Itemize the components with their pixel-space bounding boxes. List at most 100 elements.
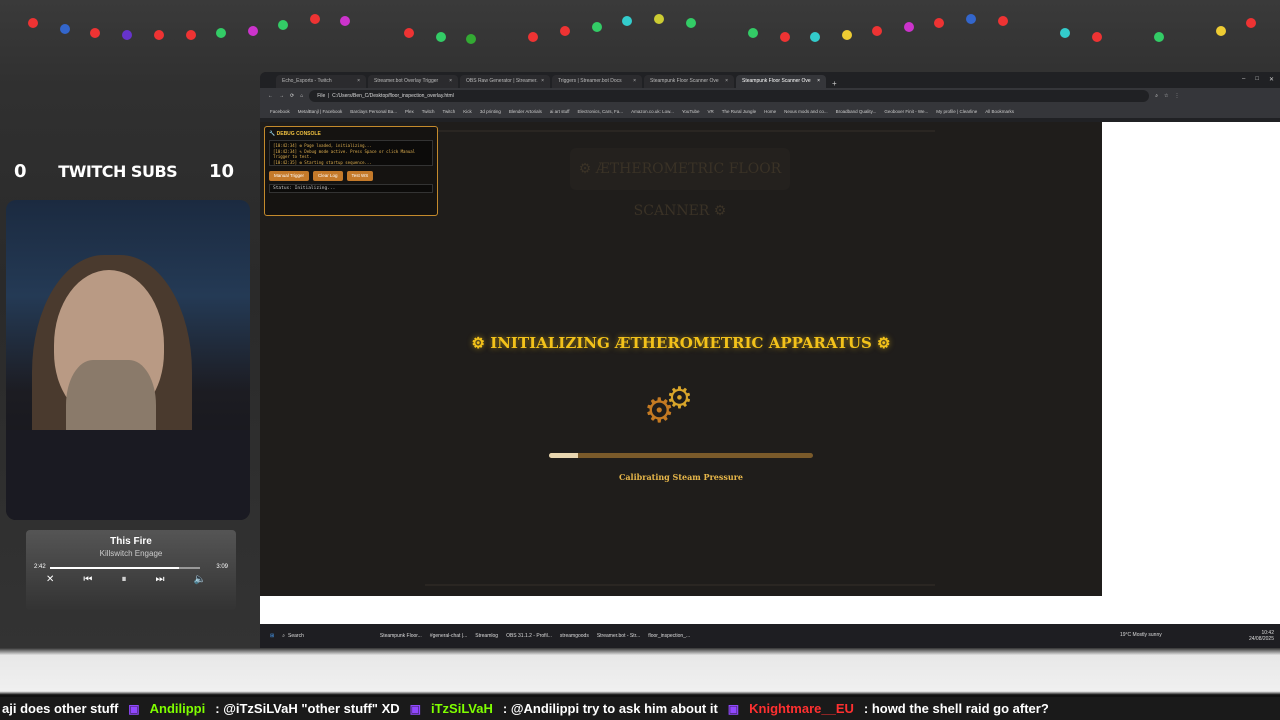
search-icon: ⌕ bbox=[282, 633, 286, 639]
bookmark-item[interactable]: Electronics, Cars, Fa... bbox=[578, 109, 624, 114]
close-tab-icon[interactable]: × bbox=[725, 78, 728, 85]
clear-log-button[interactable]: Clear Log bbox=[313, 171, 343, 181]
music-controls: ✕ ⏮ ⏸ ⏭ 🔈 bbox=[46, 574, 206, 585]
close-window-button[interactable]: ✕ bbox=[1269, 76, 1274, 83]
bookmark-item[interactable]: The Rural Jungle bbox=[722, 109, 756, 114]
light-bulb bbox=[622, 16, 632, 26]
tab-label: Steampunk Floor Scanner Ove bbox=[742, 78, 811, 84]
streamer-shirt bbox=[6, 430, 250, 520]
light-bulb bbox=[842, 30, 852, 40]
browser-tab[interactable]: Triggers | Streamer.bot Docs × bbox=[552, 75, 642, 88]
light-bulb bbox=[154, 30, 164, 40]
test-ws-button[interactable]: Test WS bbox=[346, 171, 374, 181]
pause-icon: ⏸ bbox=[121, 574, 127, 585]
light-bulb bbox=[216, 28, 226, 38]
taskbar-app[interactable]: Streamer.bot - Str... bbox=[597, 633, 640, 639]
bookmarks-bar: Facebook MetalBanjl | Facebook Barclays Pe… bbox=[260, 104, 1280, 118]
bookmark-item[interactable]: YouTube bbox=[682, 109, 700, 114]
gears-icon: ⚙ ⚙ bbox=[644, 382, 704, 429]
page-blank-right bbox=[1102, 122, 1280, 596]
debug-console: 🔧 DEBUG CONSOLE [10:42:34] ⚙ Page loaded… bbox=[264, 126, 438, 216]
light-bulb bbox=[186, 30, 196, 40]
light-bulb bbox=[248, 26, 258, 36]
close-tab-icon[interactable]: × bbox=[633, 78, 636, 85]
close-tab-icon[interactable]: × bbox=[817, 78, 820, 85]
taskbar-app[interactable]: #general-chat |... bbox=[430, 633, 467, 639]
bookmark-item[interactable]: Geoboxer Finit - We... bbox=[884, 109, 928, 114]
bookmark-item[interactable]: Plex bbox=[405, 109, 414, 114]
browser-tab[interactable]: Streamer.bot Overlay Trigger × bbox=[368, 75, 458, 88]
page-content: ⚙ ÆTHEROMETRIC FLOOR SCANNER ⚙ 🔧 DEBUG C… bbox=[260, 122, 1102, 596]
reload-icon[interactable]: ⟳ bbox=[290, 93, 294, 99]
chat-message: : @Andilippi try to ask him about it bbox=[502, 701, 718, 716]
start-icon[interactable]: ⊞ bbox=[270, 633, 274, 639]
maximize-button[interactable]: □ bbox=[1255, 76, 1259, 83]
twitch-badge-icon: ▣ bbox=[409, 701, 421, 716]
bookmark-item[interactable]: 3d printing bbox=[480, 109, 501, 114]
star-icon[interactable]: ☆ bbox=[1164, 93, 1168, 99]
taskbar-app[interactable]: floor_inspection_... bbox=[648, 633, 690, 639]
bookmark-item[interactable]: Kick bbox=[463, 109, 472, 114]
minimize-button[interactable]: – bbox=[1242, 76, 1245, 83]
bookmark-item[interactable]: My profile | Clearline bbox=[936, 109, 977, 114]
bookmark-item[interactable]: Nexus mods and co... bbox=[784, 109, 828, 114]
chat-message: : @iTzSiLVaH "other stuff" XD bbox=[215, 701, 400, 716]
close-tab-icon[interactable]: × bbox=[449, 78, 452, 85]
log-line: [10:42:34] ✎ Debug mode active. Press Sp… bbox=[273, 148, 416, 160]
zoom-icon[interactable]: ⌕ bbox=[1155, 93, 1158, 99]
taskbar: ⊞ ⌕ Search Steampunk Floor... #general-c… bbox=[260, 624, 1280, 648]
debug-buttons: Manual Trigger Clear Log Test WS bbox=[269, 171, 433, 181]
browser-tab[interactable]: OBS Raw Generator | Streamer. × bbox=[460, 75, 550, 88]
address-bar[interactable]: File | C:/Users/Ben_C/Desktop/floor_insp… bbox=[309, 90, 1150, 102]
menu-icon[interactable]: ⋮ bbox=[1175, 93, 1180, 99]
taskbar-search[interactable]: ⌕ Search bbox=[282, 633, 304, 639]
bookmark-item[interactable]: ai art stuff bbox=[550, 109, 570, 114]
browser-tab[interactable]: Steampunk Floor Scanner Ove × bbox=[736, 75, 826, 88]
browser-window: Echo_Esports - Twitch × Streamer.bot Overl… bbox=[260, 72, 1280, 648]
close-tab-icon[interactable]: × bbox=[357, 78, 360, 85]
weather-widget[interactable]: 19°C Mostly sunny bbox=[1120, 632, 1162, 638]
light-bulb bbox=[278, 20, 288, 30]
window-controls: – □ ✕ bbox=[1242, 76, 1274, 83]
init-title: ⚙ INITIALIZING ÆTHEROMETRIC APPARATUS ⚙ bbox=[471, 334, 891, 352]
browser-tab[interactable]: Echo_Esports - Twitch × bbox=[276, 75, 366, 88]
taskbar-clock[interactable]: 10:42 24/08/2025 bbox=[1249, 630, 1274, 642]
taskbar-app[interactable]: Streamlog bbox=[475, 633, 498, 639]
bookmark-item[interactable]: Home bbox=[764, 109, 776, 114]
light-bulb bbox=[1216, 26, 1226, 36]
now-playing-widget: This Fire Killswitch Engage 2:42 3:09 ✕ … bbox=[26, 530, 236, 610]
bookmark-item[interactable]: Twitch bbox=[422, 109, 435, 114]
tab-label: Steampunk Floor Scanner Ove bbox=[650, 78, 719, 84]
light-bulb bbox=[310, 14, 320, 24]
taskbar-app[interactable]: streamgoods bbox=[560, 633, 589, 639]
manual-trigger-button[interactable]: Manual Trigger bbox=[269, 171, 310, 181]
browser-tab[interactable]: Steampunk Floor Scanner Ove × bbox=[644, 75, 734, 88]
home-icon[interactable]: ⌂ bbox=[300, 93, 303, 99]
song-artist: Killswitch Engage bbox=[99, 549, 163, 558]
bookmark-item[interactable]: Blender Artorials bbox=[509, 109, 542, 114]
taskbar-app[interactable]: OBS 31.1.2 - Profil... bbox=[506, 633, 552, 639]
previous-icon: ⏮ bbox=[83, 574, 93, 585]
bookmark-item[interactable]: All Bookmarks bbox=[985, 109, 1014, 114]
app-ghost-title: ⚙ ÆTHEROMETRIC FLOOR SCANNER ⚙ bbox=[570, 148, 790, 219]
bookmark-item[interactable]: Broadband Quality... bbox=[836, 109, 877, 114]
bookmark-item[interactable]: MetalBanjl | Facebook bbox=[298, 109, 342, 114]
bookmark-item[interactable]: Twitch bbox=[443, 109, 456, 114]
bookmark-item[interactable]: Facebook bbox=[270, 109, 290, 114]
bookmark-item[interactable]: Barclays Personal Ba... bbox=[350, 109, 397, 114]
new-tab-icon[interactable]: + bbox=[828, 79, 841, 88]
light-bulb bbox=[1246, 18, 1256, 28]
bookmark-item[interactable]: VR bbox=[708, 109, 714, 114]
tab-label: Triggers | Streamer.bot Docs bbox=[558, 78, 622, 84]
toolbar: ← → ⟳ ⌂ File | C:/Users/Ben_C/Desktop/fl… bbox=[260, 88, 1280, 104]
close-tab-icon[interactable]: × bbox=[541, 78, 544, 85]
light-bulb bbox=[654, 14, 664, 24]
song-elapsed: 2:42 bbox=[34, 564, 46, 570]
gear-icon: ⚙ bbox=[666, 382, 693, 415]
bookmark-item[interactable]: Amazon.co.uk: Low... bbox=[631, 109, 674, 114]
forward-icon[interactable]: → bbox=[279, 93, 284, 99]
clock-date: 24/08/2025 bbox=[1248, 636, 1274, 642]
back-icon[interactable]: ← bbox=[268, 93, 273, 99]
taskbar-app[interactable]: Steampunk Floor... bbox=[380, 633, 422, 639]
song-duration: 3:09 bbox=[216, 564, 228, 570]
